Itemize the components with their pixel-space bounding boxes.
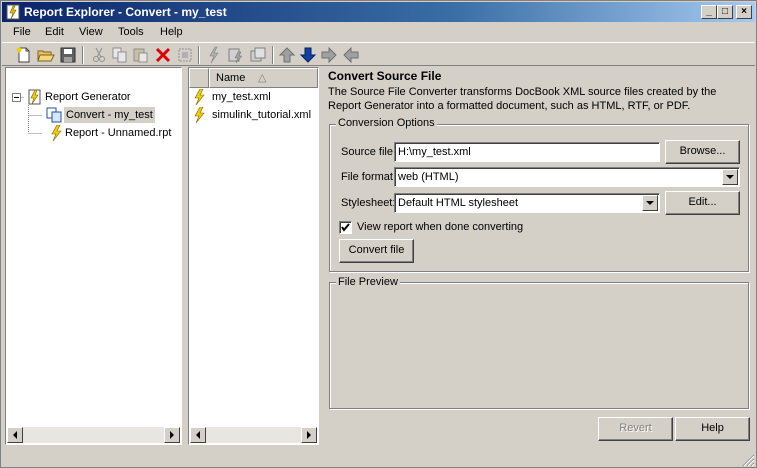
report-icon	[51, 125, 62, 141]
xml-file-icon	[194, 107, 205, 123]
file-item[interactable]: my_test.xml	[212, 89, 271, 105]
tree-item-report-generator[interactable]: Report Generator	[45, 89, 131, 105]
menu-file[interactable]: File	[13, 26, 31, 38]
toolbar-separator	[272, 46, 274, 64]
checkmark-icon	[341, 223, 350, 232]
toolbar-separator	[82, 46, 84, 64]
resize-grip-icon[interactable]	[741, 453, 755, 467]
open-icon[interactable]	[37, 46, 55, 64]
file-format-label: File format:	[341, 171, 397, 183]
menu-help[interactable]: Help	[160, 26, 183, 38]
tree-item-convert[interactable]: Convert - my_test	[64, 107, 155, 123]
menu-tools[interactable]: Tools	[118, 26, 144, 38]
file-format-select[interactable]: web (HTML)	[394, 167, 740, 187]
properties-icon[interactable]	[176, 46, 194, 64]
file-format-value: web (HTML)	[398, 171, 459, 183]
app-icon	[6, 4, 20, 20]
description-text: The Source File Converter transforms Doc…	[328, 86, 717, 112]
menu-edit[interactable]: Edit	[45, 26, 64, 38]
window-title: Report Explorer - Convert - my_test	[24, 5, 227, 19]
column-header-icon[interactable]	[189, 68, 209, 88]
move-down-icon[interactable]	[299, 46, 317, 64]
run-report-icon[interactable]	[205, 46, 223, 64]
new-icon[interactable]	[15, 46, 33, 64]
tree-item-report[interactable]: Report - Unnamed.rpt	[65, 125, 171, 141]
file-preview-label: File Preview	[336, 276, 400, 288]
sort-ascending-icon: △	[258, 72, 267, 84]
scroll-right-button[interactable]	[164, 427, 180, 443]
paste-icon[interactable]	[132, 46, 150, 64]
minimize-button[interactable]: _	[701, 5, 717, 19]
stylesheet-value: Default HTML stylesheet	[398, 197, 519, 209]
source-file-label: Source file:	[341, 146, 397, 158]
cut-icon[interactable]	[90, 46, 108, 64]
convert-file-button[interactable]: Convert file	[339, 239, 414, 263]
scroll-right-button[interactable]	[301, 427, 317, 443]
delete-icon[interactable]	[154, 46, 172, 64]
source-file-input[interactable]: H:\my_test.xml	[394, 142, 660, 162]
file-list-horizontal-scrollbar[interactable]	[190, 427, 317, 443]
save-icon[interactable]	[59, 46, 77, 64]
scroll-left-button[interactable]	[7, 427, 23, 443]
tree-horizontal-scrollbar[interactable]	[7, 427, 180, 443]
column-header-name-label: Name	[216, 72, 246, 84]
view-report-checkbox[interactable]	[339, 221, 352, 234]
toolbar	[2, 42, 755, 66]
chevron-down-icon[interactable]	[722, 169, 738, 185]
report-explorer-window: Report Explorer - Convert - my_test _ □ …	[0, 0, 757, 468]
tree-pane[interactable]: Report Generator Convert - my_test Repor…	[5, 67, 182, 445]
scroll-left-button[interactable]	[190, 427, 206, 443]
properties-panel: Convert Source File The Source File Conv…	[326, 67, 754, 445]
report-generator-icon	[28, 89, 41, 105]
menu-view[interactable]: View	[79, 26, 103, 38]
promote-icon[interactable]	[342, 46, 360, 64]
menu-bar: File Edit View Tools Help	[2, 23, 755, 41]
move-up-icon[interactable]	[278, 46, 296, 64]
stylesheet-label: Stylesheet:	[341, 197, 396, 209]
toolbar-separator	[198, 46, 200, 64]
file-preview-group	[329, 282, 749, 409]
xml-file-icon	[194, 89, 205, 105]
view-report-label[interactable]: View report when done converting	[357, 221, 523, 233]
help-button[interactable]: Help	[675, 417, 750, 441]
maximize-button[interactable]: □	[717, 5, 733, 19]
revert-button[interactable]: Revert	[598, 417, 673, 441]
file-list-pane[interactable]: Name △ my_test.xml simulink_tutorial.xml	[188, 67, 319, 445]
chevron-down-icon[interactable]	[642, 195, 658, 211]
conversion-options-label: Conversion Options	[336, 117, 437, 129]
file-item[interactable]: simulink_tutorial.xml	[212, 107, 311, 123]
edit-stylesheet-button[interactable]: Edit...	[665, 191, 740, 215]
browse-button[interactable]: Browse...	[665, 140, 740, 164]
run-icon[interactable]	[249, 46, 267, 64]
close-button[interactable]: ×	[736, 5, 752, 19]
copy-icon[interactable]	[111, 46, 129, 64]
demote-icon[interactable]	[320, 46, 338, 64]
page-title: Convert Source File	[328, 69, 442, 83]
title-bar[interactable]: Report Explorer - Convert - my_test _ □ …	[2, 2, 755, 22]
run-all-icon[interactable]	[227, 46, 245, 64]
column-header-name[interactable]: Name △	[209, 68, 318, 88]
convert-icon	[46, 107, 62, 123]
stylesheet-select[interactable]: Default HTML stylesheet	[394, 193, 660, 213]
